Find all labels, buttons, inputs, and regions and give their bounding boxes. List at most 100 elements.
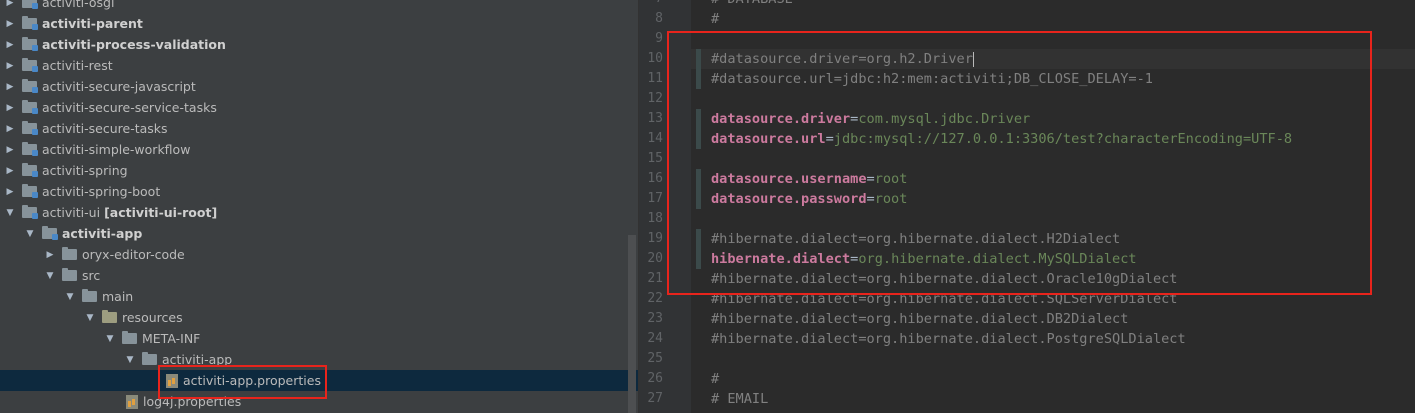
chevron-right-icon[interactable]: ▶: [4, 102, 16, 114]
tree-item-suffix: [activiti-ui-root]: [104, 205, 218, 220]
tree-item-meta-inf[interactable]: ▼ META-INF: [0, 328, 638, 349]
line-number: 20: [647, 251, 663, 266]
tree-item-label: activiti-osgi: [42, 0, 115, 10]
line-number: 27: [647, 391, 663, 406]
tree-item-activiti-spring[interactable]: ▶ activiti-spring: [0, 160, 638, 181]
chevron-right-icon[interactable]: ▶: [44, 249, 56, 261]
module-folder-icon: [22, 163, 38, 177]
line-number: 14: [647, 131, 663, 146]
module-folder-icon: [22, 205, 38, 219]
module-folder-icon: [22, 16, 38, 30]
tree-item-label: activiti-app: [62, 226, 143, 241]
code-line[interactable]: #: [711, 9, 719, 29]
chevron-right-icon[interactable]: ▶: [4, 39, 16, 51]
chevron-right-icon[interactable]: ▶: [4, 165, 16, 177]
line-number: 9: [655, 31, 663, 46]
chevron-right-icon[interactable]: ▶: [4, 0, 16, 9]
chevron-right-icon[interactable]: ▶: [4, 123, 16, 135]
line-number: 24: [647, 331, 663, 346]
tree-item-label: activiti-secure-javascript: [42, 79, 196, 94]
code-line[interactable]: # DATABASE: [711, 0, 793, 9]
tree-item-activiti-ui[interactable]: ▼ activiti-ui [activiti-ui-root]: [0, 202, 638, 223]
code-editor[interactable]: # DATABASE##datasource.driver=org.h2.Dri…: [638, 0, 1415, 413]
module-folder-icon: [22, 0, 38, 9]
folder-icon: [62, 247, 77, 260]
line-number: 26: [647, 371, 663, 386]
tree-item-activiti-process-validation[interactable]: ▶ activiti-process-validation: [0, 34, 638, 55]
chevron-right-icon[interactable]: ▶: [4, 81, 16, 93]
tree-item-src[interactable]: ▼ src: [0, 265, 638, 286]
tree-item-activiti-osgi[interactable]: ▶ activiti-osgi: [0, 0, 638, 13]
chevron-down-icon[interactable]: ▼: [84, 312, 96, 324]
module-folder-icon: [22, 142, 38, 156]
module-folder-icon: [22, 58, 38, 72]
tree-item-activiti-rest[interactable]: ▶ activiti-rest: [0, 55, 638, 76]
tree-item-label: activiti-simple-workflow: [42, 142, 191, 157]
tree-item-label: activiti-secure-tasks: [42, 121, 168, 136]
code-line[interactable]: #hibernate.dialect=org.hibernate.dialect…: [711, 329, 1186, 349]
line-number: 16: [647, 171, 663, 186]
line-number: 11: [647, 71, 663, 86]
module-folder-icon: [22, 184, 38, 198]
chevron-right-icon[interactable]: ▶: [4, 186, 16, 198]
resources-folder-icon: [102, 310, 117, 323]
line-number: 21: [647, 271, 663, 286]
line-number: 22: [647, 291, 663, 306]
line-number: 8: [655, 11, 663, 26]
project-tree-panel: ▶ activiti-osgi ▶ activiti-parent ▶ acti…: [0, 0, 638, 413]
tree-item-label: activiti-process-validation: [42, 37, 226, 52]
module-folder-icon: [22, 121, 38, 135]
line-number: 7: [639, 0, 663, 9]
tree-item-label: activiti-secure-service-tasks: [42, 100, 217, 115]
tree-item-main[interactable]: ▼ main: [0, 286, 638, 307]
tree-item-label: oryx-editor-code: [82, 247, 185, 262]
chevron-down-icon[interactable]: ▼: [44, 270, 56, 282]
line-number: 13: [647, 111, 663, 126]
chevron-down-icon[interactable]: ▼: [104, 333, 116, 345]
code-line[interactable]: # EMAIL: [711, 389, 768, 409]
chevron-down-icon[interactable]: ▼: [64, 291, 76, 303]
comment-text: # DATABASE: [711, 0, 793, 7]
chevron-down-icon[interactable]: ▼: [4, 207, 16, 219]
folder-icon: [142, 352, 157, 365]
tree-item-activiti-secure-tasks[interactable]: ▶ activiti-secure-tasks: [0, 118, 638, 139]
line-number: 12: [647, 91, 663, 106]
chevron-right-icon[interactable]: ▶: [4, 144, 16, 156]
folder-icon: [62, 268, 77, 281]
tree-item-label: activiti-spring: [42, 163, 128, 178]
chevron-down-icon[interactable]: ▼: [124, 354, 136, 366]
tree-item-label: activiti-ui: [42, 205, 101, 220]
tree-item-label: resources: [122, 310, 183, 325]
line-number: 15: [647, 151, 663, 166]
tree-item-label: src: [82, 268, 101, 283]
comment-text: # EMAIL: [711, 391, 769, 407]
module-folder-icon: [42, 226, 58, 240]
tree-item-activiti-app-module[interactable]: ▼ activiti-app: [0, 223, 638, 244]
comment-text: #: [711, 11, 720, 27]
tree-item-activiti-spring-boot[interactable]: ▶ activiti-spring-boot: [0, 181, 638, 202]
module-folder-icon: [22, 37, 38, 51]
selected-file-highlight-box: [158, 365, 327, 399]
chevron-right-icon[interactable]: ▶: [4, 60, 16, 72]
code-line[interactable]: #: [711, 369, 719, 389]
tree-item-oryx-editor-code[interactable]: ▶ oryx-editor-code: [0, 244, 638, 265]
tree-item-activiti-secure-service-tasks[interactable]: ▶ activiti-secure-service-tasks: [0, 97, 638, 118]
line-number: 17: [647, 191, 663, 206]
line-number: 10: [647, 51, 663, 66]
line-number: 23: [647, 311, 663, 326]
config-highlight-box: [667, 31, 1372, 295]
properties-file-icon: [126, 394, 138, 409]
tree-item-label: activiti-spring-boot: [42, 184, 161, 199]
tree-item-activiti-simple-workflow[interactable]: ▶ activiti-simple-workflow: [0, 139, 638, 160]
tree-item-resources[interactable]: ▼ resources: [0, 307, 638, 328]
tree-item-activiti-parent[interactable]: ▶ activiti-parent: [0, 13, 638, 34]
chevron-down-icon[interactable]: ▼: [24, 228, 36, 240]
comment-text: #hibernate.dialect=org.hibernate.dialect…: [711, 331, 1186, 347]
code-line[interactable]: #hibernate.dialect=org.hibernate.dialect…: [711, 309, 1128, 329]
chevron-right-icon[interactable]: ▶: [4, 18, 16, 30]
tree-item-activiti-secure-javascript[interactable]: ▶ activiti-secure-javascript: [0, 76, 638, 97]
comment-text: #: [711, 371, 720, 387]
line-number: 25: [647, 351, 663, 366]
tree-item-label: activiti-parent: [42, 16, 143, 31]
tree-scrollbar[interactable]: [628, 235, 636, 413]
